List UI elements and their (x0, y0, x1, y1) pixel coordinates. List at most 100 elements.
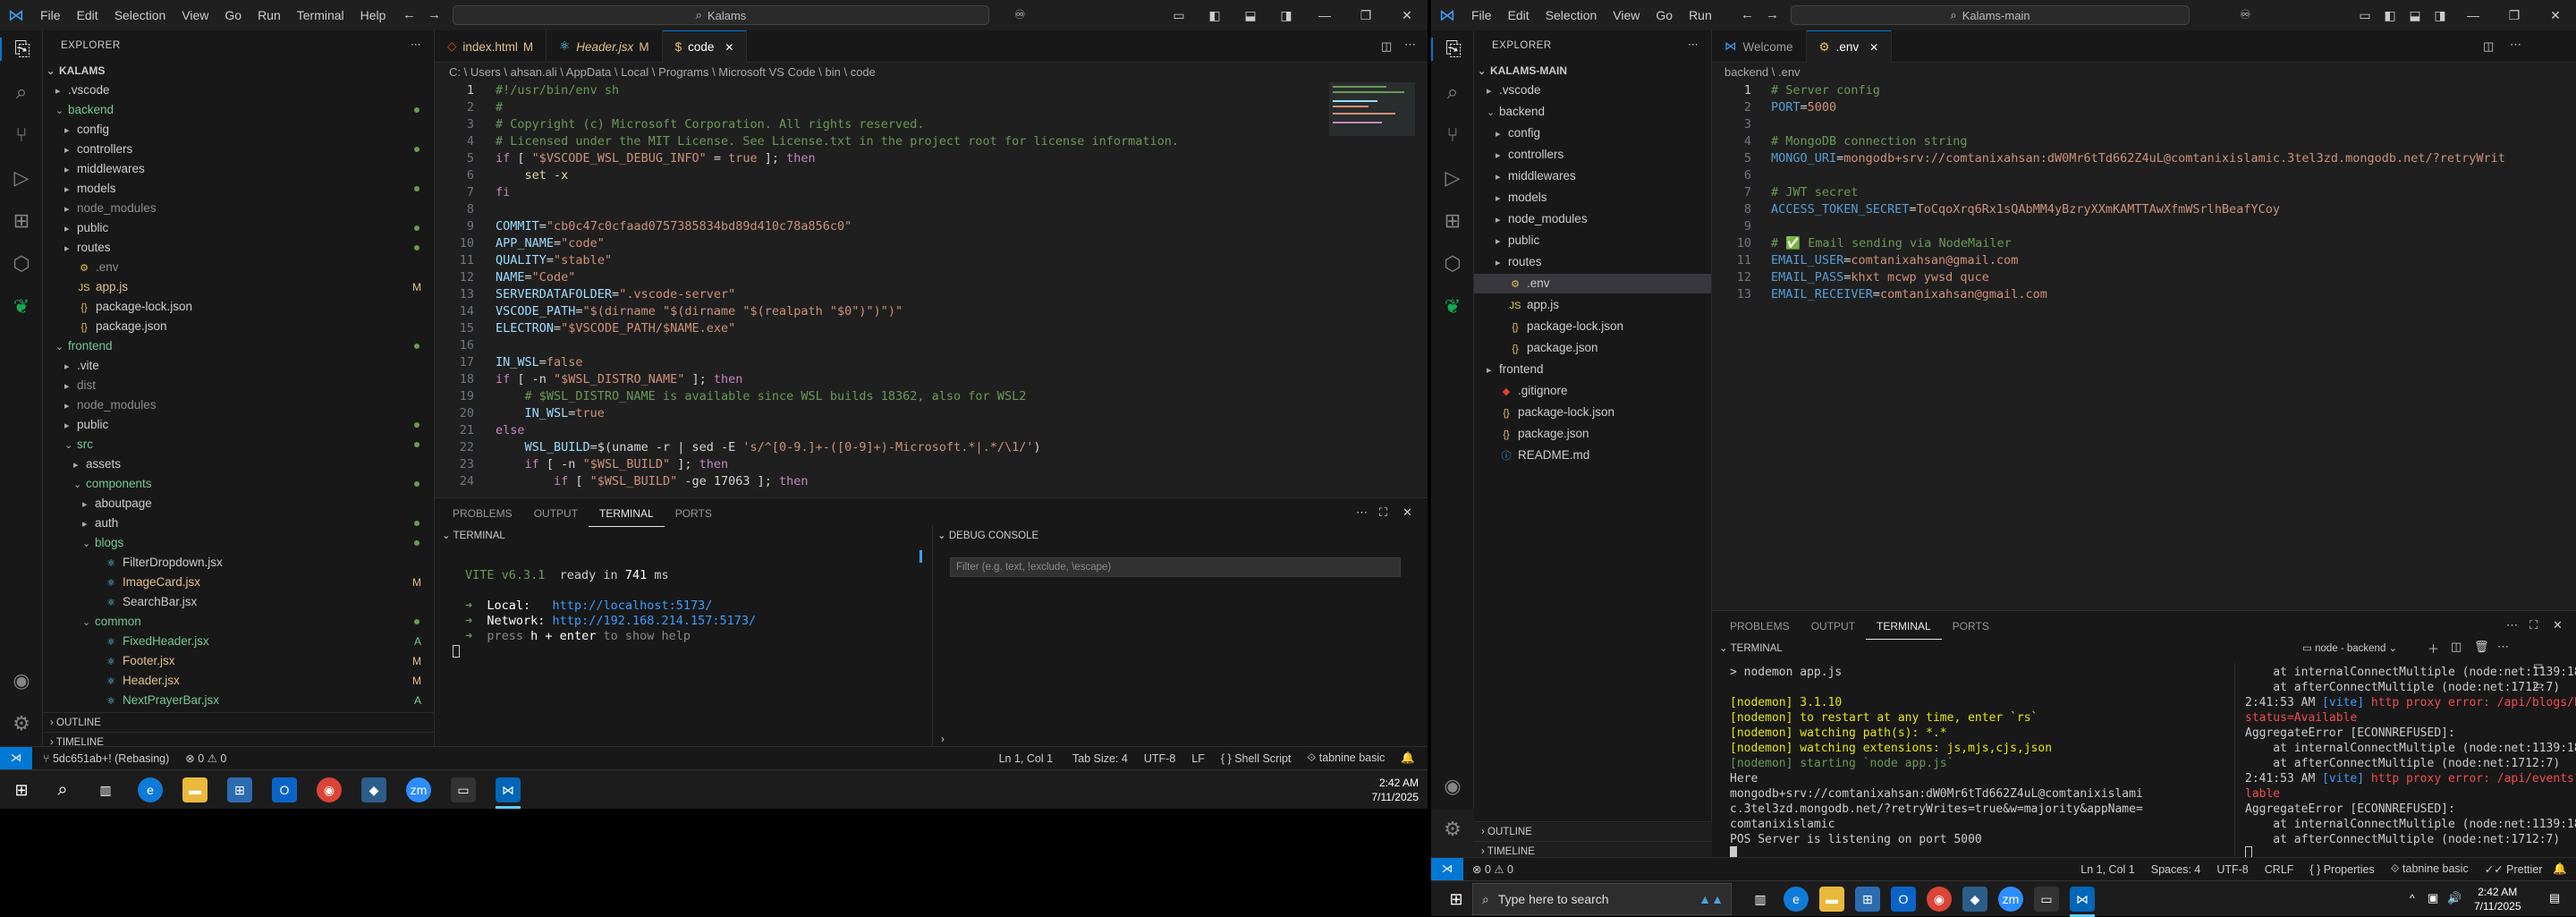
tree-item[interactable]: ▸ aboutpage (43, 494, 434, 514)
tree-item[interactable]: ▸ config (1474, 123, 1711, 143)
tree-item[interactable]: {} package-lock.json (1474, 317, 1711, 336)
right-terminal-left-output[interactable]: > nodemon app.js [nodemon] 3.1.10 [nodemon… (1730, 665, 2143, 847)
editor-tab[interactable]: $ code ✕ (662, 30, 748, 63)
volume-icon[interactable]: 🔊 (2447, 891, 2462, 905)
toggle-panel-icon[interactable]: ⬓ (1233, 8, 1268, 23)
tree-item[interactable]: ⌄ src (43, 435, 434, 454)
menu-item-run[interactable]: Run (1681, 8, 1720, 22)
mongodb-icon-right[interactable]: ❦ (1431, 295, 1474, 318)
tree-item[interactable]: ⚛ Footer.jsx M (43, 651, 434, 671)
file-explorer-icon-right[interactable]: ▬ (1819, 887, 1844, 912)
tree-item[interactable]: ▸ routes (43, 238, 434, 258)
tree-item[interactable]: ▸ controllers (43, 140, 434, 159)
tree-item[interactable]: ⚛ FilterDropdown.jsx (43, 553, 434, 573)
tree-item[interactable]: {} package.json (1474, 338, 1711, 358)
store-icon[interactable]: ⊞ (227, 777, 252, 802)
source-control-icon-right[interactable]: ⑂ (1431, 123, 1474, 147)
back-arrow-icon-right[interactable]: ← (1741, 7, 1754, 22)
run-debug-icon[interactable]: ▷ (0, 166, 43, 190)
right-command-center[interactable]: ⌕ Kalams-main (1791, 5, 2190, 25)
tree-item[interactable]: ▸ assets (43, 454, 434, 474)
remote-explorer-icon[interactable]: ⬡ (0, 252, 43, 276)
tree-item[interactable]: ▸ models (1474, 188, 1711, 208)
chrome-icon[interactable]: ◉ (317, 777, 342, 802)
editor-more-icon-right[interactable]: ⋯ (2510, 38, 2521, 52)
extensions-icon[interactable]: ⊞ (0, 209, 43, 233)
menu-item-selection[interactable]: Selection (1538, 8, 1606, 22)
account-icon[interactable]: ◉ (0, 669, 43, 692)
explorer-icon-right[interactable]: ⎘ (1431, 38, 1474, 61)
debug-filter-input[interactable]: Filter (e.g. text, !exclude, \escape) (950, 557, 1401, 577)
menu-item-selection[interactable]: Selection (106, 8, 174, 22)
tree-item[interactable]: {} package.json (43, 317, 434, 336)
app-icon-1-right[interactable]: ◆ (1962, 887, 1987, 912)
tree-item[interactable]: {} package-lock.json (1474, 403, 1711, 422)
terminal-more-icon[interactable]: ⋯ (2497, 640, 2509, 654)
remote-icon[interactable]: ⋊ (0, 747, 32, 769)
tray-chevron-icon[interactable]: ^ (2410, 892, 2415, 904)
left-command-center[interactable]: ⌕ Kalams (453, 5, 989, 25)
tree-item[interactable]: ▸ models (43, 179, 434, 199)
panel-tab-ports[interactable]: PORTS (665, 500, 723, 527)
mongodb-icon[interactable]: ❦ (0, 295, 43, 318)
close-icon-right[interactable]: ✕ (2535, 8, 2576, 23)
editor-tab[interactable]: ⚛ Header.jsx M (547, 30, 663, 63)
problems-status-right[interactable]: ⊗ 0 ⚠ 0 (1472, 862, 1513, 876)
vscode-taskbar-icon[interactable]: ⋈ (496, 777, 521, 802)
toggle-secondary-icon[interactable]: ◨ (1268, 8, 1304, 23)
forward-arrow-icon[interactable]: → (428, 7, 441, 22)
close-panel-icon-right[interactable]: ✕ (2553, 618, 2563, 633)
left-editor[interactable]: 1 2 3 4 5 6 7 8 9 10 11 12 13 14 15 16 17 18 19 20 21 22 23 24 … (435, 82, 1428, 494)
tree-item[interactable]: {} package-lock.json (43, 297, 434, 317)
panel-tab-problems[interactable]: PROBLEMS (1719, 613, 1801, 640)
tree-item[interactable]: ⌄ frontend (43, 336, 434, 356)
eol[interactable]: LF (1191, 752, 1205, 765)
tree-item[interactable]: ▸ dist (43, 376, 434, 395)
menu-item-terminal[interactable]: Terminal (289, 8, 352, 22)
split-editor-icon[interactable]: ◫ (1381, 39, 1392, 54)
minimize-icon[interactable]: — (1304, 8, 1345, 22)
panel-divider[interactable] (932, 525, 933, 747)
tree-item[interactable]: ⚛ NextPrayerBar.jsx A (43, 691, 434, 710)
split-terminal-icon[interactable]: ◫ (2451, 640, 2462, 654)
cursor-position-right[interactable]: Ln 1, Col 1 (2080, 863, 2134, 876)
panel-more-icon[interactable]: ⋯ (1356, 505, 1368, 520)
left-terminal-output[interactable]: VITE v6.3.1 ready in 741 ms ➜ Local: http… (465, 568, 756, 644)
tree-item[interactable]: ⚛ FixedHeader.jsx A (43, 632, 434, 651)
editor-tab[interactable]: ⋈ Welcome (1712, 30, 1807, 63)
toggle-sidebar-icon-right[interactable]: ◧ (2377, 8, 2402, 23)
tree-item[interactable]: ▸ middlewares (43, 159, 434, 179)
tree-item[interactable]: ◆ .gitignore (1474, 381, 1711, 401)
tree-item[interactable]: ▸ node_modules (1474, 209, 1711, 229)
language-mode[interactable]: { } Shell Script (1221, 752, 1292, 765)
network-icon[interactable]: ▣ (2428, 891, 2438, 905)
menu-item-go[interactable]: Go (1648, 8, 1681, 22)
left-breadcrumb[interactable]: C: \ Users \ ahsan.ali \ AppData \ Local… (449, 63, 876, 82)
notifications-icon[interactable]: ▤ (2549, 891, 2560, 905)
manage-gear-icon[interactable]: ⚙ (0, 712, 43, 735)
menu-item-edit[interactable]: Edit (1500, 8, 1538, 22)
close-panel-icon[interactable]: ✕ (1402, 505, 1412, 520)
split-editor-icon-right[interactable]: ◫ (2483, 39, 2494, 54)
outlook-icon[interactable]: O (272, 777, 297, 802)
file-explorer-icon[interactable]: ▬ (182, 777, 208, 802)
tree-item[interactable]: ▸ middlewares (1474, 166, 1711, 186)
tab-size[interactable]: Tab Size: 4 (1072, 752, 1128, 765)
extensions-icon-right[interactable]: ⊞ (1431, 209, 1474, 233)
tree-item[interactable]: ▸ routes (1474, 252, 1711, 272)
remote-icon-right[interactable]: ⋊ (1431, 858, 1463, 880)
more-actions-icon[interactable]: ⋯ (411, 38, 421, 50)
terminal-app-icon[interactable]: ▭ (451, 777, 476, 802)
panel-tab-output[interactable]: OUTPUT (523, 500, 589, 527)
vscode-taskbar-icon-right[interactable]: ⋈ (2070, 887, 2095, 912)
new-terminal-icon[interactable]: ＋ (2428, 640, 2439, 657)
outlook-icon-right[interactable]: O (1891, 887, 1916, 912)
store-icon-right[interactable]: ⊞ (1855, 887, 1880, 912)
maximize-panel-icon-right[interactable]: ⛶ (2529, 618, 2538, 633)
right-editor[interactable]: 1 2 3 4 5 6 7 8 9 10 11 12 13 # Server config PORT=50… (1712, 82, 2576, 608)
outline-section-right[interactable]: › OUTLINE (1474, 821, 1711, 841)
terminal-select[interactable]: ▭ node - backend ⌄ (2302, 641, 2397, 654)
menu-item-view[interactable]: View (174, 8, 216, 22)
tree-item[interactable]: ⚙ .env (1474, 274, 1711, 293)
tree-item[interactable]: ▸ node_modules (43, 395, 434, 415)
